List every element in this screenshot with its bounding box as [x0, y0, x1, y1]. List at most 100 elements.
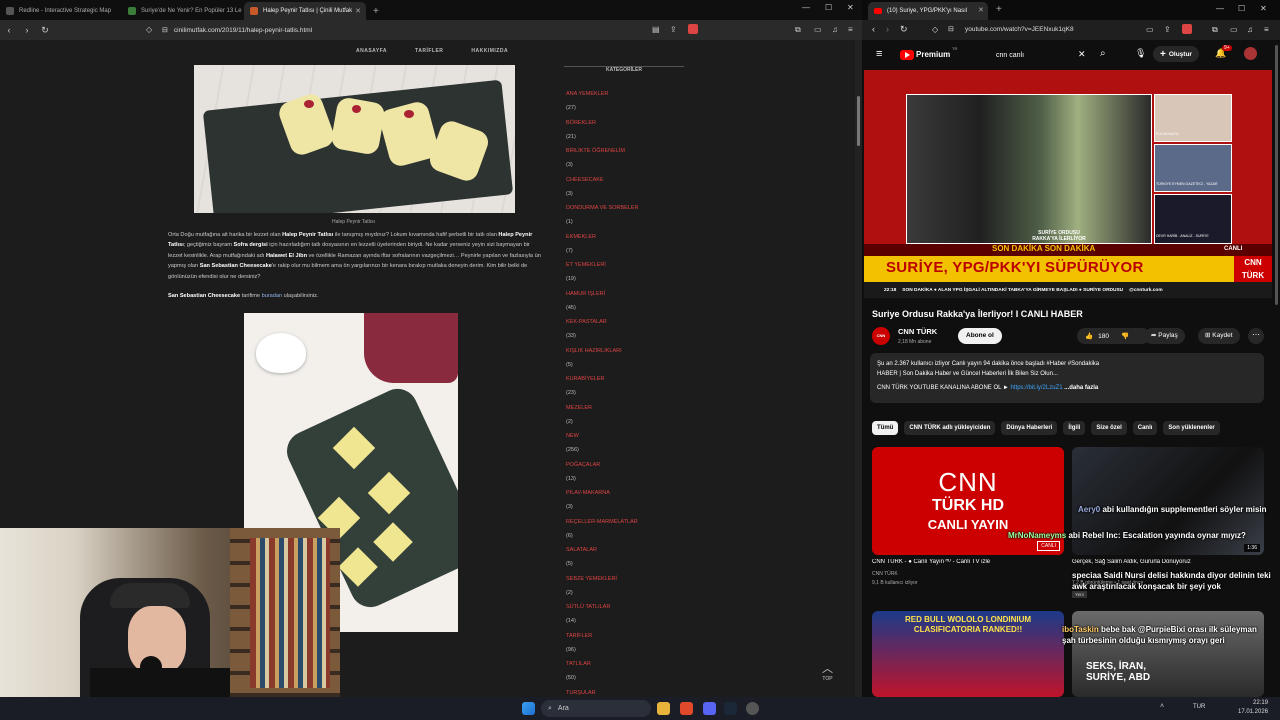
language-indicator[interactable]: TUR — [1193, 704, 1205, 710]
save-button[interactable]: ⊞ Kaydet — [1198, 328, 1240, 344]
category-link[interactable]: CHEESECAKE — [566, 173, 638, 187]
category-link[interactable]: REÇELLER-MARMELATLAR — [566, 515, 638, 529]
clear-search-icon[interactable]: ✕ — [1078, 49, 1086, 60]
rec-channel-1[interactable]: CNN TÜRK — [872, 571, 898, 577]
site-info-icon[interactable]: ⊟ — [162, 26, 168, 34]
new-tab-button[interactable]: + — [996, 4, 1002, 15]
category-link[interactable]: ET YEMEKLERİ — [566, 258, 638, 272]
chip-6[interactable]: Son yüklenenler — [1163, 421, 1220, 435]
tab-suriye[interactable]: Suriye'de Ne Yenir? En Popüler 13 Le — [122, 2, 244, 20]
site-info-icon[interactable]: ⊟ — [948, 25, 954, 33]
avatar[interactable] — [1244, 47, 1257, 60]
chip-1[interactable]: CNN TÜRK adlı yükleyiciden — [904, 421, 996, 435]
category-link[interactable]: DONDURMA VE SORBELER — [566, 201, 638, 215]
close-tab-icon[interactable]: ✕ — [355, 7, 361, 15]
menu-icon[interactable]: ≡ — [1264, 25, 1269, 34]
minimize-icon[interactable]: — — [802, 3, 810, 12]
rec-title-1[interactable]: CNN TÜRK - ● Canlı Yayın ᴴᴰ - Canlı TV i… — [872, 559, 1062, 565]
category-link[interactable]: MEZELER — [566, 401, 638, 415]
share-icon[interactable]: ⇪ — [670, 25, 677, 34]
rec-thumbnail-3[interactable]: RED BULL WOLOLO LONDINIUM CLASIFICATORIA… — [872, 611, 1064, 697]
wallet-icon[interactable]: ▭ — [814, 25, 822, 34]
channel-avatar[interactable]: CNN — [872, 327, 890, 345]
channel-name[interactable]: CNN TÜRK — [898, 327, 937, 336]
category-link[interactable]: BÖREKLER — [566, 116, 638, 130]
forward-icon[interactable]: › — [886, 24, 889, 34]
reload-icon[interactable]: ↻ — [900, 24, 908, 35]
left-scrollbar[interactable] — [855, 40, 862, 697]
subscribe-button[interactable]: Abone ol — [958, 328, 1002, 344]
close-window-icon[interactable]: ✕ — [847, 3, 854, 12]
bookmark-icon[interactable]: ◇ — [146, 25, 152, 34]
more-actions-icon[interactable]: ⋯ — [1248, 328, 1264, 344]
minimize-icon[interactable]: — — [1216, 4, 1224, 13]
create-button[interactable]: + Oluştur — [1153, 46, 1199, 62]
media-icon[interactable]: ♫ — [1247, 25, 1253, 34]
microphone-icon[interactable]: 🎙 — [1135, 48, 1146, 59]
media-icon[interactable]: ♫ — [832, 25, 838, 34]
category-link[interactable]: ANA YEMEKLER — [566, 87, 638, 101]
chip-0[interactable]: Tümü — [872, 421, 899, 435]
search-icon[interactable]: ⌕ — [1100, 48, 1106, 59]
youtube-premium-logo[interactable]: Premium — [916, 50, 950, 59]
forward-icon[interactable]: › — [18, 25, 36, 35]
url-field[interactable]: ⊟ cinilimutfak.com/2019/11/halep-peynir-… — [162, 23, 702, 37]
cheesecake-link[interactable]: buradan — [262, 293, 283, 299]
tray-chevron-icon[interactable]: ˄ — [1160, 703, 1164, 710]
rec-title-2[interactable]: Gerçek, Sağ Salim Aldık, Gururla Dönüyor… — [1072, 559, 1262, 565]
back-icon[interactable]: ‹ — [0, 25, 18, 35]
tab-halep[interactable]: Halep Peynir Tatlısı | Çinili Mutfak ✕ — [244, 2, 366, 20]
back-to-top-button[interactable]: ︿ TOP — [822, 660, 833, 682]
desc-link[interactable]: https://bit.ly/2LzuZ1 — [1011, 385, 1063, 391]
category-link[interactable]: NEW — [566, 429, 638, 443]
windows-start-icon[interactable] — [522, 702, 535, 715]
category-link[interactable]: SÜTLÜ TATLILAR — [566, 600, 638, 614]
category-link[interactable]: SALATALAR — [566, 543, 638, 557]
clock[interactable]: 22:19 17.01.2026 — [1238, 699, 1268, 717]
maximize-icon[interactable]: ☐ — [1238, 4, 1245, 13]
tab-redline[interactable]: Redline - Interactive Strategic Map — [0, 2, 122, 20]
new-tab-button[interactable]: + — [366, 2, 386, 20]
category-link[interactable]: KIŞLIK HAZIRLIKLARI — [566, 344, 638, 358]
nav-about[interactable]: HAKKIMIZDA — [471, 48, 508, 54]
category-link[interactable]: TATLILAR — [566, 657, 638, 671]
category-link[interactable]: KURABİYELER — [566, 372, 638, 386]
taskbar-search[interactable]: ⌕ Ara — [541, 700, 651, 717]
right-scrollbar[interactable] — [1273, 40, 1280, 697]
share-button[interactable]: ➦ Paylaş — [1144, 328, 1185, 344]
chip-2[interactable]: Dünya Haberleri — [1001, 421, 1058, 435]
extensions-icon[interactable]: ⧉ — [795, 25, 801, 35]
category-link[interactable]: TARİFLER — [566, 629, 638, 643]
close-window-icon[interactable]: ✕ — [1260, 4, 1267, 13]
category-link[interactable]: KEK-PASTALAR — [566, 315, 638, 329]
file-explorer-icon[interactable] — [657, 702, 670, 715]
chip-5[interactable]: Canlı — [1132, 421, 1158, 435]
chip-3[interactable]: İlgili — [1063, 421, 1086, 435]
category-link[interactable]: TURŞULAR — [566, 686, 638, 698]
like-icon[interactable]: 👍 — [1085, 332, 1093, 340]
steam-icon[interactable] — [724, 702, 737, 715]
share-icon[interactable]: ⇪ — [1164, 25, 1171, 34]
category-link[interactable]: PİLAV-MAKARNA — [566, 486, 638, 500]
reload-icon[interactable]: ↻ — [36, 25, 54, 36]
brave-shield-icon[interactable] — [688, 24, 698, 34]
nav-recipes[interactable]: TARİFLER — [415, 48, 443, 54]
menu-icon[interactable]: ≡ — [848, 25, 853, 34]
category-link[interactable]: HAMUR İŞLERİ — [566, 287, 638, 301]
category-link[interactable]: POĞAÇALAR — [566, 458, 638, 472]
maximize-icon[interactable]: ☐ — [825, 3, 832, 12]
close-tab-icon[interactable]: ✕ — [978, 6, 984, 14]
brave-icon[interactable] — [680, 702, 693, 715]
discord-icon[interactable] — [703, 702, 716, 715]
tab-youtube[interactable]: (10) Suriye, YPG/PKK'yı Nasıl — [868, 2, 988, 20]
category-link[interactable]: BİRLİKTE ÖĞRENELİM — [566, 144, 638, 158]
wallet-icon[interactable]: ▭ — [1230, 25, 1238, 34]
brave-shield-icon[interactable] — [1182, 24, 1192, 34]
reader-icon[interactable]: ▤ — [652, 25, 660, 34]
dislike-icon[interactable]: 👎 — [1121, 332, 1129, 340]
video-description[interactable]: Şu an 2.367 kullanıcı izliyor Canlı yayı… — [870, 353, 1264, 403]
chip-4[interactable]: Size özel — [1091, 421, 1127, 435]
hamburger-icon[interactable]: ≡ — [876, 48, 882, 60]
nav-home[interactable]: ANASAYFA — [356, 48, 387, 54]
obs-icon[interactable] — [746, 702, 759, 715]
